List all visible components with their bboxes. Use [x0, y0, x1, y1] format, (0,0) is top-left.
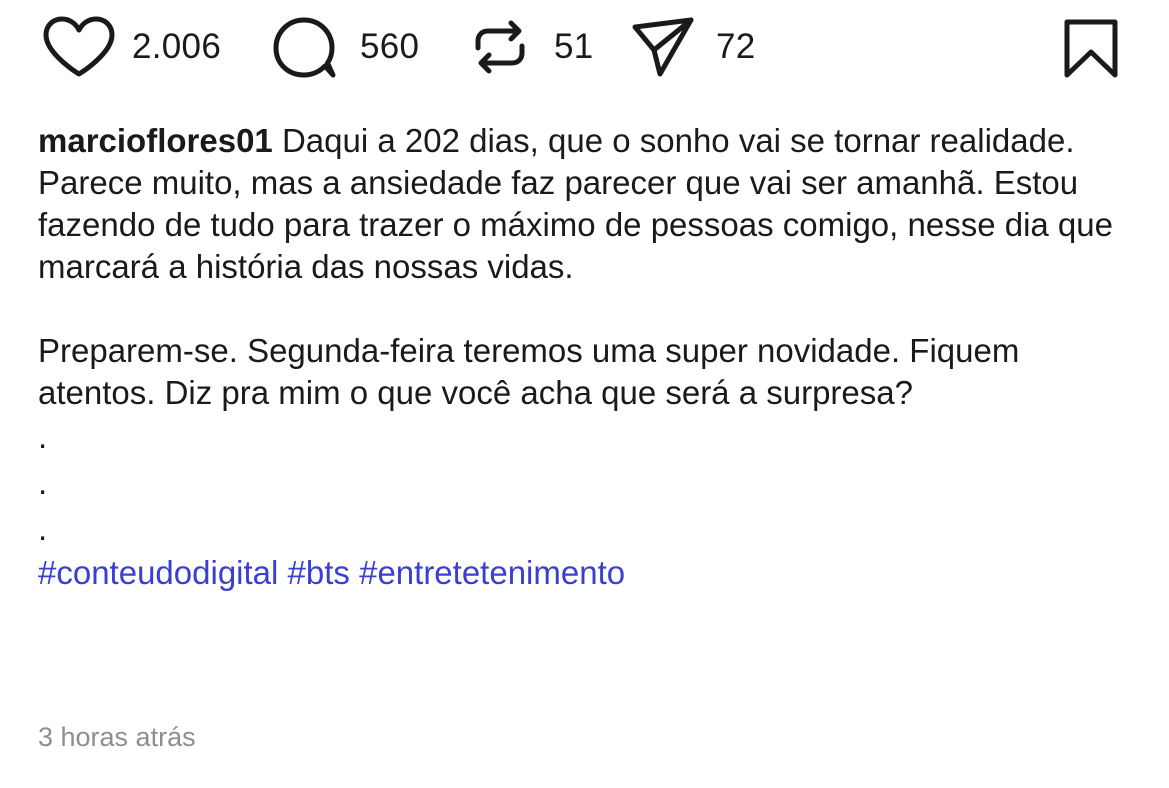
paper-plane-icon: [632, 17, 694, 77]
post-action-bar: 2.006 560 51 72: [0, 0, 1169, 100]
like-count: 2.006: [132, 27, 222, 66]
repost-count: 51: [554, 27, 594, 66]
caption-dot: .: [38, 464, 48, 501]
hashtag-link[interactable]: #bts: [288, 554, 350, 591]
hashtag-link[interactable]: #entretetenimento: [359, 554, 625, 591]
caption-paragraph-2: Preparem-se. Segunda-feira teremos uma s…: [38, 332, 1020, 411]
hashtag-link[interactable]: #conteudodigital: [38, 554, 278, 591]
caption-paragraph-1: marcioflores01 Daqui a 202 dias, que o s…: [38, 120, 1138, 288]
comment-button[interactable]: 560: [270, 14, 419, 80]
comment-count: 560: [360, 27, 420, 66]
repost-button[interactable]: 51: [470, 14, 594, 80]
caption-dot: .: [38, 418, 48, 455]
like-button[interactable]: 2.006: [42, 14, 221, 80]
caption-dot: .: [38, 510, 48, 547]
repost-icon: [475, 20, 525, 74]
share-button[interactable]: 72: [630, 14, 756, 80]
bookmark-icon: [1064, 19, 1118, 78]
post-timestamp: 3 horas atrás: [38, 722, 196, 752]
save-button[interactable]: [1062, 18, 1120, 85]
heart-icon: [43, 16, 115, 77]
share-count: 72: [716, 27, 756, 66]
post-caption: marcioflores01 Daqui a 202 dias, que o s…: [38, 120, 1138, 594]
comment-bubble-icon: [273, 17, 336, 78]
username-link[interactable]: marcioflores01: [38, 122, 273, 159]
hashtag-list: #conteudodigital #bts #entretetenimento: [38, 552, 1138, 594]
